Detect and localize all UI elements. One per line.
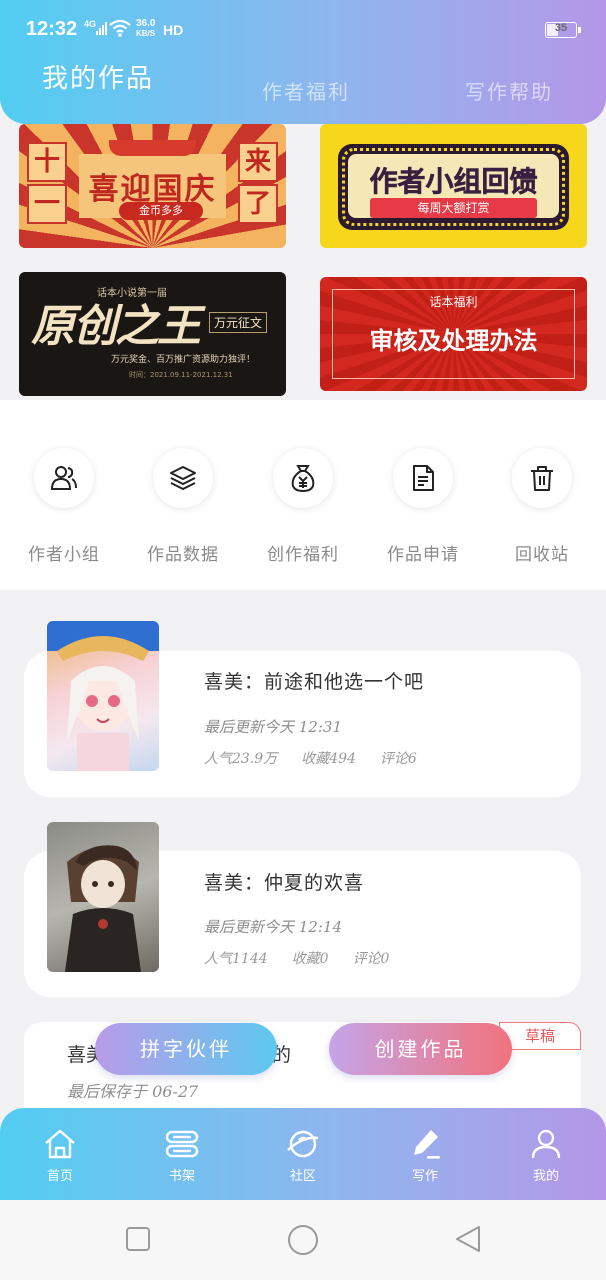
quick-icon-circle xyxy=(34,448,94,508)
quick-label: 作品数据 xyxy=(147,545,219,565)
quick-label: 回收站 xyxy=(515,545,569,565)
banner-char: 一 xyxy=(27,184,67,224)
quick-icon-circle xyxy=(153,448,213,508)
battery-level: 35 xyxy=(554,22,568,34)
work-cover-image[interactable] xyxy=(47,822,159,972)
work-cover-image[interactable] xyxy=(47,621,159,771)
quick-label: 作品申请 xyxy=(387,545,459,565)
banner-title: 原创之王 xyxy=(31,301,201,352)
header-tabs: 我的作品 作者福利 写作帮助 xyxy=(0,62,606,112)
work-comments: 评论0 xyxy=(352,951,390,967)
nav-label: 首页 xyxy=(46,1169,73,1184)
nav-label: 我的 xyxy=(532,1169,559,1184)
back-icon[interactable] xyxy=(454,1224,482,1254)
network-type: 4G xyxy=(84,19,97,29)
banner-small-text: 话本福利 xyxy=(429,295,478,309)
tab-writing-help[interactable]: 写作帮助 xyxy=(465,76,553,105)
work-favorites: 收藏494 xyxy=(301,751,356,767)
planet-icon xyxy=(287,1130,319,1158)
banner-char: 来 xyxy=(238,142,278,182)
nav-home[interactable]: 首页 xyxy=(20,1124,100,1184)
quick-work-application[interactable]: 作品申请 xyxy=(378,448,468,565)
tab-author-benefits[interactable]: 作者福利 xyxy=(262,76,350,105)
quick-icon-circle xyxy=(393,448,453,508)
banner-national-day[interactable]: 喜迎国庆 金币多多 十 一 来 了 xyxy=(19,124,286,248)
trash-icon xyxy=(531,466,553,491)
pen-icon xyxy=(414,1130,440,1159)
home-icon xyxy=(45,1129,75,1159)
banner-original-king[interactable]: 话本小说第一届 原创之王 万元征文 万元奖金、百万推广资源助力独评！ 时间：20… xyxy=(19,272,286,396)
wifi-icon xyxy=(109,19,131,37)
battery-icon: 35 xyxy=(545,22,581,38)
work-stats: 人气1144 收藏0 评论0 xyxy=(204,948,413,968)
document-icon xyxy=(413,465,434,491)
banner-author-group[interactable]: 作者小组回馈 每周大额打赏 xyxy=(320,124,587,248)
system-nav-bar xyxy=(0,1200,606,1280)
work-updated: 最后更新今天 12:14 xyxy=(204,918,342,936)
nav-mine[interactable]: 我的 xyxy=(506,1124,586,1184)
banner-subtitle: 每周大额打赏 xyxy=(370,198,537,218)
home-circle-icon[interactable] xyxy=(287,1224,319,1256)
nav-community[interactable]: 社区 xyxy=(263,1124,343,1184)
quick-creation-benefits[interactable]: 创作福利 xyxy=(258,448,348,565)
nav-bookshelf[interactable]: 书架 xyxy=(142,1124,222,1184)
work-updated: 最后更新今天 12:31 xyxy=(204,718,342,736)
banner-title: 审核及处理办法 xyxy=(369,327,538,355)
layers-icon xyxy=(170,466,196,490)
work-title: 喜美：前途和他选一个吧 xyxy=(204,671,425,693)
nav-write[interactable]: 写作 xyxy=(385,1124,465,1184)
bookshelf-icon xyxy=(165,1130,199,1158)
quick-label: 创作福利 xyxy=(267,545,339,565)
work-popularity: 人气1144 xyxy=(204,951,268,967)
quick-icon-circle xyxy=(273,448,333,508)
work-stats: 人气23.9万 收藏494 评论6 xyxy=(204,748,441,768)
author-group-icon xyxy=(50,466,77,490)
quick-author-group[interactable]: 作者小组 xyxy=(19,448,109,565)
hd-indicator: HD xyxy=(163,22,184,38)
quick-icon-circle xyxy=(512,448,572,508)
work-popularity: 人气23.9万 xyxy=(204,751,278,767)
work-comments: 评论6 xyxy=(379,751,417,767)
status-bar: 12:32 4G 36.0 KB/S HD 35 xyxy=(0,0,606,62)
banner-title: 作者小组回馈 xyxy=(369,165,538,199)
cover-illustration xyxy=(47,621,159,771)
banner-review[interactable]: 话本福利 审核及处理办法 xyxy=(320,277,587,391)
create-work-button[interactable]: 创建作品 xyxy=(329,1023,512,1075)
recent-apps-icon[interactable] xyxy=(125,1226,151,1252)
draft-saved-time: 最后保存于 06-27 xyxy=(67,1082,199,1101)
banner-char: 了 xyxy=(238,184,278,224)
banner-date: 时间：2021.09.11-2021.12.31 xyxy=(129,371,233,379)
status-time: 12:32 xyxy=(26,18,78,40)
signal-icon xyxy=(96,22,107,35)
banner-desc: 万元奖金、百万推广资源助力独评！ xyxy=(111,355,256,365)
network-speed: 36.0 KB/S xyxy=(136,19,155,39)
work-title: 喜美：仲夏的欢喜 xyxy=(204,872,365,894)
banner-char: 十 xyxy=(27,142,67,182)
money-bag-icon xyxy=(291,465,315,493)
user-icon xyxy=(531,1129,561,1159)
nav-label: 书架 xyxy=(168,1169,195,1184)
tab-my-works[interactable]: 我的作品 xyxy=(42,58,154,95)
speed-value: 36.0 xyxy=(136,18,156,29)
nav-label: 社区 xyxy=(289,1169,316,1184)
top-header: 12:32 4G 36.0 KB/S HD 35 我的作品 作者福利 写作帮助 xyxy=(0,0,606,124)
work-favorites: 收藏0 xyxy=(291,951,329,967)
banner-curtain xyxy=(109,140,196,156)
quick-work-data[interactable]: 作品数据 xyxy=(138,448,228,565)
quick-label: 作者小组 xyxy=(28,545,100,565)
banner-tag: 万元征文 xyxy=(209,312,268,333)
speed-unit: KB/S xyxy=(136,29,156,38)
partner-button[interactable]: 拼字伙伴 xyxy=(95,1023,277,1075)
quick-recycle-bin[interactable]: 回收站 xyxy=(497,448,587,565)
bottom-nav: 首页 书架 社区 写作 我的 xyxy=(0,1108,606,1200)
cover-illustration xyxy=(65,845,141,972)
nav-label: 写作 xyxy=(411,1169,438,1184)
banner-subtitle: 金币多多 xyxy=(119,202,203,220)
